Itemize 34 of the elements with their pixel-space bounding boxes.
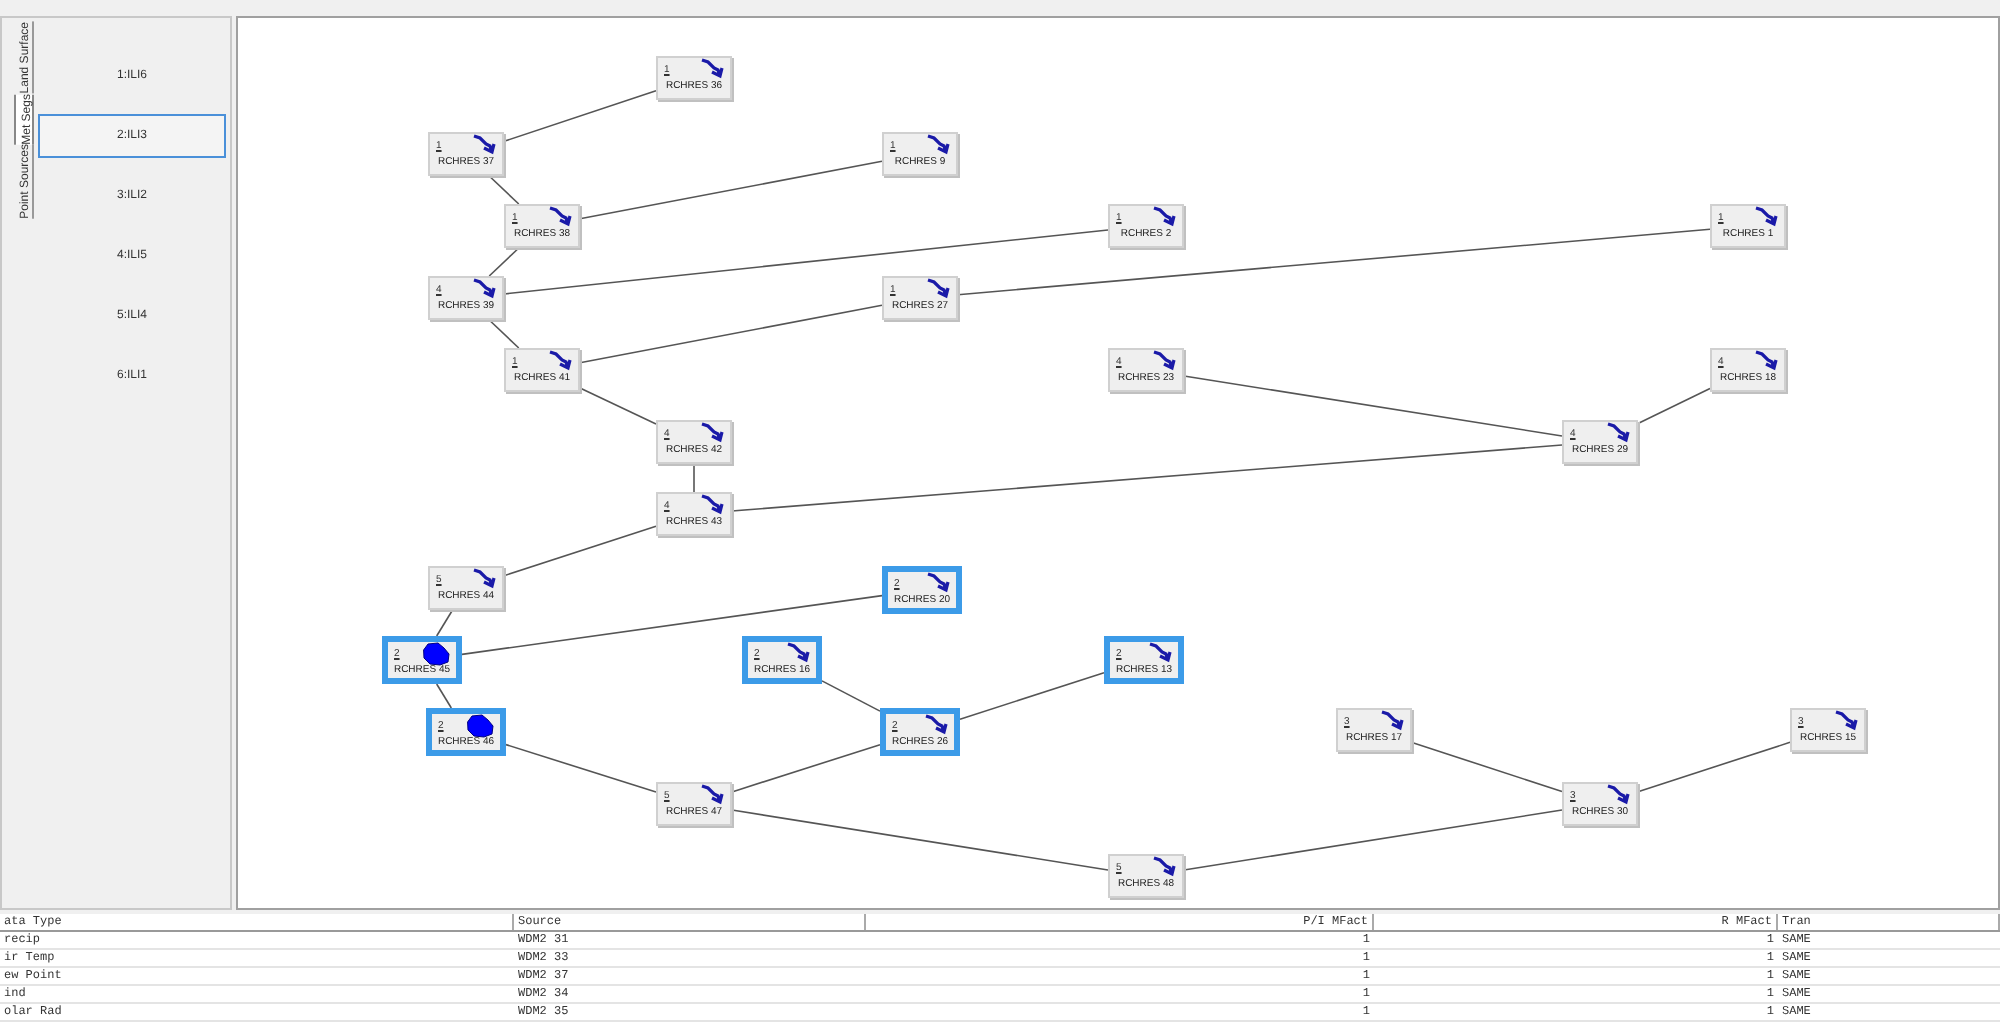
stream-icon [472,278,496,300]
stream-icon [700,422,724,444]
connector-line [488,319,520,349]
stream-icon [1754,350,1778,372]
stream-icon [1152,350,1176,372]
stream-icon [1148,642,1172,664]
stream-icon [472,568,496,590]
stream-icon [924,714,948,736]
connector-line [488,175,520,205]
stream-icon [548,206,572,228]
stream-icon [786,642,810,664]
stream-icon [1834,710,1858,732]
stream-icon [1152,206,1176,228]
stream-icon [1606,784,1630,806]
stream-icon [700,58,724,80]
stream-icon [1606,422,1630,444]
stream-icon [926,572,950,594]
stream-icon [1754,206,1778,228]
connector-line [821,680,881,712]
stream-icon [700,784,724,806]
stream-icon [548,350,572,372]
lake-icon [466,714,494,738]
stream-icon [700,494,724,516]
connector-line [579,387,657,425]
stream-icon [926,134,950,156]
connector-line [435,609,454,637]
connector-line [693,463,695,493]
stream-icon [1152,856,1176,878]
stream-icon [1380,710,1404,732]
lake-icon [422,642,450,666]
stream-icon [472,134,496,156]
connector-line [1637,387,1711,425]
connector-line [435,683,453,709]
stream-icon [926,278,950,300]
